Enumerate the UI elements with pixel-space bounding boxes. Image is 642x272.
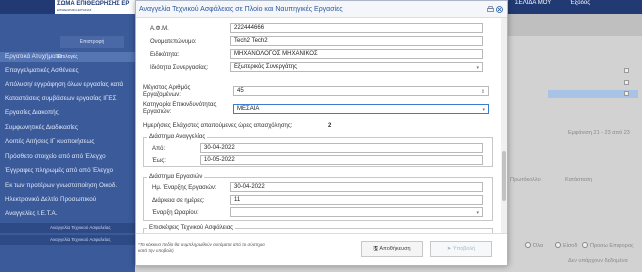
announcement-dialog: Αναγγελία Τεχνικού Ασφάλειας σε Πλοίο κα… bbox=[135, 0, 508, 266]
max-workers-value: 45 bbox=[237, 88, 244, 94]
specialty-label: Ειδικότητα: bbox=[150, 52, 180, 58]
logo-title: ΣΩΜΑ ΕΠΙΘΕΩΡΗΣΗΣ ΕΡ bbox=[57, 1, 130, 7]
close-icon[interactable] bbox=[496, 6, 503, 13]
required-fields-note: *Τα κόκκινα πεδία θα συμπληρωθούν αυτόμα… bbox=[138, 242, 265, 253]
to-date-field[interactable]: 10-05-2022 bbox=[200, 155, 483, 165]
sidebar-item[interactable]: Λοιπές Αιτήσεις ΙΓ κυοποιήσεως bbox=[5, 138, 134, 145]
sidebar-item[interactable]: Επαγγελματικές Ασθένειες bbox=[5, 67, 134, 74]
min-hours-label: Ημερήσιες Ελάχιστες απαιτούμενες ώρες απ… bbox=[143, 123, 293, 129]
row-checkbox[interactable] bbox=[624, 80, 629, 85]
name-field[interactable]: Tech2 Tech2 bbox=[230, 36, 483, 46]
chevron-down-icon: ▾ bbox=[476, 210, 479, 216]
announcement-period-legend: Διάστημα Αναγγελίας bbox=[147, 134, 208, 140]
sidebar-item[interactable]: Έγγραφες πληρωμές από από Έλεγχο bbox=[5, 167, 134, 174]
sidebar-item[interactable]: Καταστάσεις συμβάσεων εργασίας ΙΓΕΣ bbox=[5, 95, 134, 102]
works-period-legend: Διάστημα Εργασιών bbox=[147, 174, 205, 180]
stepper-icon[interactable]: ⇕ bbox=[481, 88, 485, 96]
danger-category-value: ΜΕΣΑΙΑ bbox=[237, 106, 260, 112]
sidebar-subitem[interactable]: Αναγγελία Τεχνικού Ασφαλείας bbox=[50, 225, 111, 230]
specialty-field[interactable]: ΜΗΧΑΝΟΛΟΓΟΣ ΜΗΧΑΝΙΚΟΣ bbox=[230, 49, 483, 59]
chevron-down-icon: ▾ bbox=[482, 107, 485, 113]
dialog-footer: *Τα κόκκινα πεδία θα συμπληρωθούν αυτόμα… bbox=[136, 233, 507, 265]
visits-legend: Επισκέψεις Τεχνικού Ασφάλειας bbox=[147, 225, 236, 231]
pagination-info: Εμφάνιση 21 - 23 από 23 bbox=[568, 130, 630, 136]
filter-label: Προσω Επιφορας bbox=[590, 243, 634, 249]
filter-label: Όλα bbox=[533, 243, 544, 249]
filter-radio[interactable] bbox=[582, 242, 588, 248]
sidebar: Επιστροφή Επιλογές Εργατικά Ατυχήματα Επ… bbox=[0, 14, 135, 272]
dialog-header: Αναγγελία Τεχνικού Ασφάλειας σε Πλοίο κα… bbox=[136, 1, 507, 18]
start-date-label: Ημ. Έναρξης Εργασιών: bbox=[152, 185, 217, 191]
sidebar-item[interactable]: Εργατικά Ατυχήματα bbox=[5, 53, 134, 60]
sidebar-item[interactable]: Ηλεκτρονικό Δελτίο Προσωπικού bbox=[5, 196, 134, 203]
logo: ΣΩΜΑ ΕΠΙΘΕΩΡΗΣΗΣ ΕΡ ΕΠΙΘΕΩΡΗΣΗ ΕΡΓΑΣΙΑΣ bbox=[55, 0, 135, 14]
from-date-field[interactable]: 30-04-2022 bbox=[200, 143, 483, 153]
print-icon[interactable] bbox=[487, 6, 494, 13]
row-checkbox[interactable] bbox=[624, 68, 629, 73]
cooperation-label: Ιδιότητα Συνεργασίας: bbox=[150, 65, 209, 71]
filter-radio[interactable] bbox=[555, 242, 561, 248]
column-header: Κατάσταση bbox=[565, 177, 593, 183]
max-workers-field[interactable]: 45 ⇕ bbox=[233, 86, 489, 96]
sidebar-item[interactable]: Πρόσθετο στοιχείο από από Έλεγχο bbox=[5, 153, 134, 160]
save-button[interactable]: 🖫 Αποθήκευση bbox=[361, 241, 423, 257]
logo-subtitle: ΕΠΙΘΕΩΡΗΣΗ ΕΡΓΑΣΙΑΣ bbox=[57, 8, 92, 12]
filter-radio[interactable] bbox=[525, 242, 531, 248]
sidebar-item[interactable]: Απόλυση/ εγγράφηση όλων εργασίας κατά bbox=[5, 81, 134, 88]
name-label: Ονοματεπώνυμο: bbox=[150, 39, 197, 45]
max-workers-label: Μέγιστος Αριθμός Εργαζομένων: bbox=[143, 85, 191, 98]
sidebar-item-ieta[interactable]: Αναγγελίες Ι.Ε.Τ.Α. bbox=[5, 210, 134, 217]
empty-message: Δεν υπάρχουν δεδομένα bbox=[568, 258, 628, 264]
dialog-scroll-thumb[interactable] bbox=[502, 151, 506, 201]
top-link-my-page[interactable]: ΣΕΛΙΔΑ ΜΟΥ bbox=[515, 0, 551, 6]
row-checkbox[interactable] bbox=[624, 91, 629, 96]
sidebar-item[interactable]: Εργασίες Διακοπής bbox=[5, 109, 134, 116]
column-header: Πρωτόκολλο bbox=[510, 177, 541, 183]
danger-category-label: Κατηγορία Επικινδυνότητας Εργασιών: bbox=[143, 102, 217, 115]
duration-field[interactable]: 11 bbox=[230, 195, 483, 205]
afm-label: Α.Φ.Μ. bbox=[150, 26, 169, 32]
sidebar-back-button[interactable]: Επιστροφή bbox=[60, 36, 124, 48]
cooperation-value: Εξωτερικός Συνεργάτης bbox=[234, 64, 298, 70]
filter-label: Είσοδ bbox=[563, 243, 578, 249]
start-date-field[interactable]: 30-04-2022 bbox=[230, 182, 483, 192]
submit-button-label: Υποβολή bbox=[452, 246, 476, 252]
from-label: Από: bbox=[152, 146, 166, 152]
duration-label: Διάρκεια σε ημέρες: bbox=[152, 198, 205, 204]
schedule-start-label: Έναρξη Ωραρίου: bbox=[152, 210, 199, 216]
afm-field[interactable]: 222444666 bbox=[230, 23, 483, 33]
sidebar-item[interactable]: Συμφωνητικές Διαδικασίες bbox=[5, 124, 134, 131]
logout-link[interactable]: Έξοδος bbox=[570, 0, 590, 6]
sidebar-subitem[interactable]: Αναγγελία Τεχνικού Ασφαλείας bbox=[50, 237, 111, 242]
sidebar-item[interactable]: Εκ των προτέρων γνωστοποίηση Οικοδ. bbox=[5, 182, 134, 189]
chevron-down-icon: ▾ bbox=[476, 65, 479, 71]
cooperation-select[interactable]: Εξωτερικός Συνεργάτης ▾ bbox=[230, 62, 483, 72]
dialog-title: Αναγγελία Τεχνικού Ασφάλειας σε Πλοίο κα… bbox=[139, 6, 343, 13]
save-button-label: Αποθήκευση bbox=[379, 246, 411, 252]
schedule-start-select[interactable]: ▾ bbox=[230, 207, 483, 217]
min-hours-value: 2 bbox=[328, 123, 332, 129]
danger-category-select[interactable]: ΜΕΣΑΙΑ ▾ bbox=[233, 104, 489, 114]
to-label: Έως: bbox=[152, 158, 166, 164]
submit-button[interactable]: ➤ Υποβολή bbox=[430, 241, 492, 257]
